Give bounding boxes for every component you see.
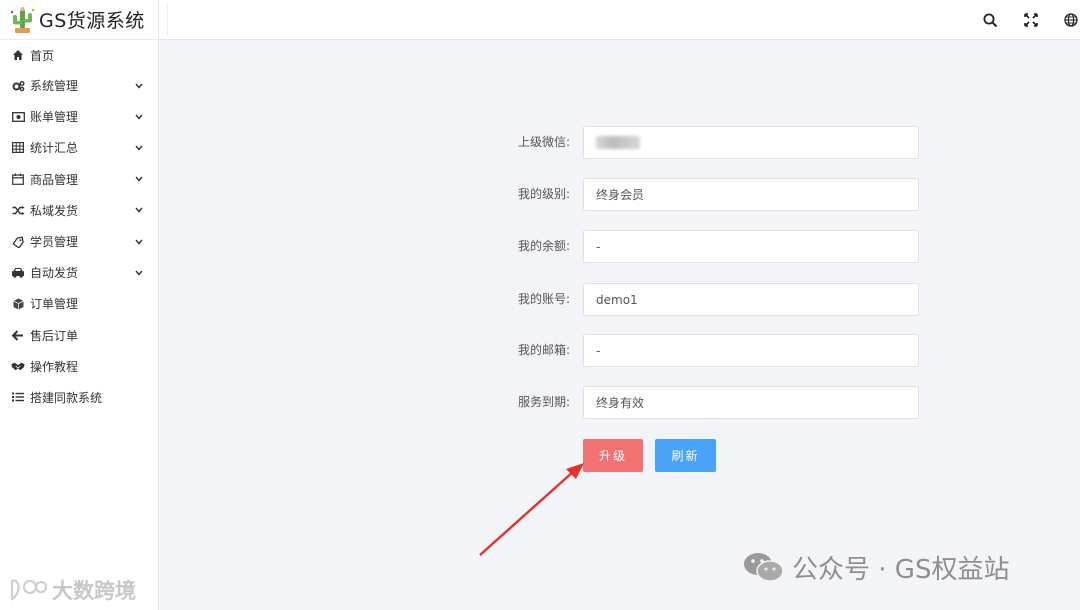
cube-icon (11, 297, 25, 311)
chevron-down-icon (134, 81, 144, 91)
sidebar-item-label: 订单管理 (30, 297, 79, 312)
globe-icon[interactable] (1063, 12, 1079, 28)
car-icon (11, 266, 25, 280)
chevron-down-icon (134, 268, 144, 278)
sidebar-item-label: 私域发货 (30, 203, 79, 218)
sidebar-item-students[interactable]: 学员管理 (0, 226, 158, 257)
form-row-balance: 我的余额: (500, 230, 920, 263)
sidebar-item-tutorial[interactable]: 操作教程 (0, 351, 158, 382)
arrow-left-icon (11, 328, 25, 342)
sidebar-item-home[interactable]: 首页 (0, 40, 158, 70)
level-label: 我的级别: (517, 187, 570, 201)
sidebar-item-label: 商品管理 (30, 172, 79, 187)
sidebar-item-label: 统计汇总 (30, 141, 79, 156)
balance-field[interactable] (583, 230, 919, 263)
sidebar: GS货源系统 首页 系统管理 账单管理 统计汇总 商品管理 私域发货 学员管理 … (0, 0, 159, 610)
expiry-label: 服务到期: (517, 395, 570, 409)
sidebar-menu: 首页 系统管理 账单管理 统计汇总 商品管理 私域发货 学员管理 自动发货 订单… (0, 40, 158, 413)
sidebar-item-label: 自动发货 (30, 266, 79, 281)
sidebar-item-label: 学员管理 (30, 235, 79, 250)
app-title: GS货源系统 (39, 10, 145, 32)
annotation-arrow (479, 463, 584, 556)
sidebar-item-orders[interactable]: 订单管理 (0, 288, 158, 319)
sidebar-item-after-sales[interactable]: 售后订单 (0, 320, 158, 351)
chevron-down-icon (134, 143, 144, 153)
tag-icon (11, 235, 25, 249)
money-icon (11, 110, 25, 124)
logo[interactable]: GS货源系统 (0, 0, 158, 40)
form-row-superior-wechat: 上级微信: (500, 126, 920, 159)
sidebar-item-auto-shipping[interactable]: 自动发货 (0, 257, 158, 288)
brand-logo-icon (8, 577, 48, 603)
superior-wechat-label: 上级微信: (517, 135, 570, 149)
cactus-logo-icon (8, 6, 36, 34)
sidebar-item-label: 系统管理 (30, 79, 79, 94)
level-field[interactable] (583, 178, 919, 211)
chevron-down-icon (134, 205, 144, 215)
sidebar-item-stats[interactable]: 统计汇总 (0, 132, 158, 163)
sidebar-item-products[interactable]: 商品管理 (0, 164, 158, 195)
blurred-wechat-value (596, 136, 640, 149)
search-icon[interactable] (982, 12, 998, 28)
table-icon (11, 141, 25, 155)
sidebar-item-label: 首页 (30, 48, 55, 63)
refresh-button[interactable]: 刷新 (655, 439, 716, 472)
home-icon (11, 48, 25, 62)
form-row-level: 我的级别: (500, 178, 920, 211)
form-row-email: 我的邮箱: (500, 334, 920, 367)
account-field[interactable] (583, 283, 919, 316)
header-divider (167, 4, 168, 36)
sidebar-item-label: 搭建同款系统 (30, 390, 103, 405)
form-row-expiry: 服务到期: (500, 386, 920, 419)
handshake-icon (11, 359, 25, 373)
top-header (159, 0, 1080, 40)
sidebar-item-private-shipping[interactable]: 私域发货 (0, 195, 158, 226)
account-label: 我的账号: (517, 292, 570, 306)
chevron-down-icon (134, 174, 144, 184)
sidebar-item-build-system[interactable]: 搭建同款系统 (0, 382, 158, 413)
email-label: 我的邮箱: (517, 343, 570, 357)
expiry-field[interactable] (583, 386, 919, 419)
email-field[interactable] (583, 334, 919, 367)
wechat-logo-icon (742, 551, 786, 583)
form-row-account: 我的账号: (500, 283, 920, 316)
sidebar-item-system[interactable]: 系统管理 (0, 70, 158, 101)
shuffle-icon (11, 203, 25, 217)
watermark-right-text: 公众号 · GS权益站 (792, 554, 1010, 585)
sidebar-item-label: 售后订单 (30, 328, 79, 343)
watermark-wechat-account: 公众号 · GS权益站 (742, 547, 1009, 587)
chevron-down-icon (134, 112, 144, 122)
watermark-brand: 大数跨境 (8, 575, 136, 605)
list-icon (11, 390, 25, 404)
watermark-left-text: 大数跨境 (52, 579, 136, 603)
balance-label: 我的余额: (517, 239, 570, 253)
calendar-icon (11, 172, 25, 186)
sidebar-item-label: 操作教程 (30, 359, 79, 374)
fullscreen-icon[interactable] (1023, 12, 1039, 28)
sidebar-item-billing[interactable]: 账单管理 (0, 101, 158, 132)
gears-icon (11, 79, 25, 93)
chevron-down-icon (134, 237, 144, 247)
sidebar-item-label: 账单管理 (30, 110, 79, 125)
